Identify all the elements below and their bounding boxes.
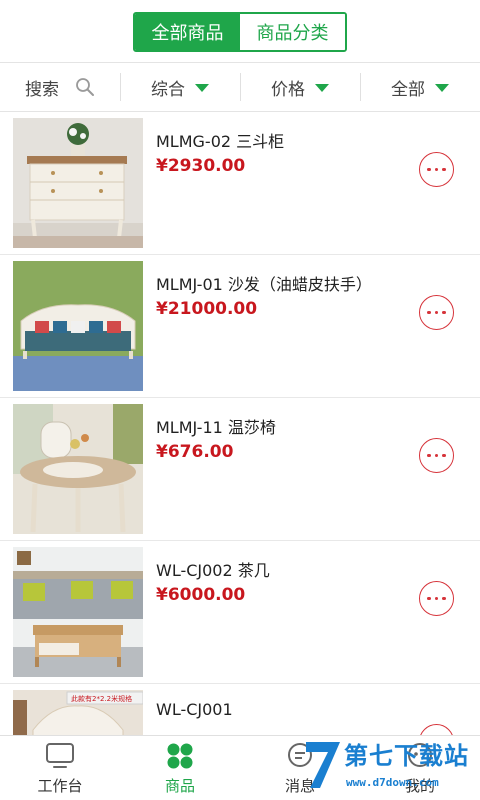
list-item[interactable]: WL-CJ002 茶几 ¥6000.00 xyxy=(0,541,480,684)
sort-filter[interactable]: 综合 xyxy=(120,63,240,111)
product-price: ¥21000.00 xyxy=(156,299,258,319)
list-item[interactable]: 此款有2*2.2米规格 WL-CJ001 xyxy=(0,684,480,735)
more-options-button[interactable] xyxy=(419,438,454,473)
product-name: MLMJ-11 温莎椅 xyxy=(156,418,276,437)
sofa-image xyxy=(13,261,143,391)
product-price: ¥676.00 xyxy=(156,442,234,462)
image-banner-text: 此款有2*2.2米规格 xyxy=(71,694,132,703)
tab-workbench-label: 工作台 xyxy=(37,777,83,795)
tab-product-categories[interactable]: 商品分类 xyxy=(240,14,345,50)
tab-products[interactable]: 商品 xyxy=(120,736,240,800)
caret-down-icon xyxy=(315,84,329,92)
list-item[interactable]: MLMJ-11 温莎椅 ¥676.00 xyxy=(0,398,480,541)
product-name: MLMG-02 三斗柜 xyxy=(156,132,285,151)
tab-workbench[interactable]: 工作台 xyxy=(0,736,120,800)
grid-icon xyxy=(167,743,193,769)
windsor-chair-image xyxy=(13,404,143,534)
more-options-button[interactable] xyxy=(419,295,454,330)
coffee-table-image xyxy=(13,547,143,677)
filter-bar: 搜索 综合 价格 全部 xyxy=(0,62,480,112)
product-name: MLMJ-01 沙发（油蜡皮扶手） xyxy=(156,275,372,294)
watermark-logo-icon xyxy=(306,742,340,788)
tab-products-label: 商品 xyxy=(164,777,195,795)
more-options-button[interactable] xyxy=(419,152,454,187)
more-options-button[interactable] xyxy=(419,581,454,616)
product-name: WL-CJ002 茶几 xyxy=(156,561,270,580)
price-filter[interactable]: 价格 xyxy=(240,63,360,111)
caret-down-icon xyxy=(195,84,209,92)
product-list: MLMG-02 三斗柜 ¥2930.00 MLMJ-01 沙发（油蜡皮扶手） ¥… xyxy=(0,112,480,735)
product-price: ¥6000.00 xyxy=(156,585,246,605)
search-icon xyxy=(76,78,94,96)
product-price: ¥2930.00 xyxy=(156,156,246,176)
price-filter-label: 价格 xyxy=(271,79,305,100)
product-name: WL-CJ001 xyxy=(156,700,233,719)
search-label: 搜索 xyxy=(25,79,59,100)
bedroom-image: 此款有2*2.2米规格 xyxy=(13,690,143,735)
sort-label: 综合 xyxy=(151,79,185,100)
product-view-tabs: 全部商品 商品分类 xyxy=(133,12,347,52)
watermark: 第七下载站 www.d7down.com xyxy=(300,732,480,800)
dresser-image xyxy=(13,118,143,248)
watermark-text: 第七下载站 xyxy=(344,742,469,770)
range-filter[interactable]: 全部 xyxy=(360,63,480,111)
range-filter-label: 全部 xyxy=(391,79,425,100)
monitor-icon xyxy=(46,743,74,768)
search-filter[interactable]: 搜索 xyxy=(0,63,120,111)
watermark-url: www.d7down.com xyxy=(346,776,439,789)
tab-all-products[interactable]: 全部商品 xyxy=(135,14,240,50)
caret-down-icon xyxy=(435,84,449,92)
list-item[interactable]: MLMG-02 三斗柜 ¥2930.00 xyxy=(0,112,480,255)
list-item[interactable]: MLMJ-01 沙发（油蜡皮扶手） ¥21000.00 xyxy=(0,255,480,398)
